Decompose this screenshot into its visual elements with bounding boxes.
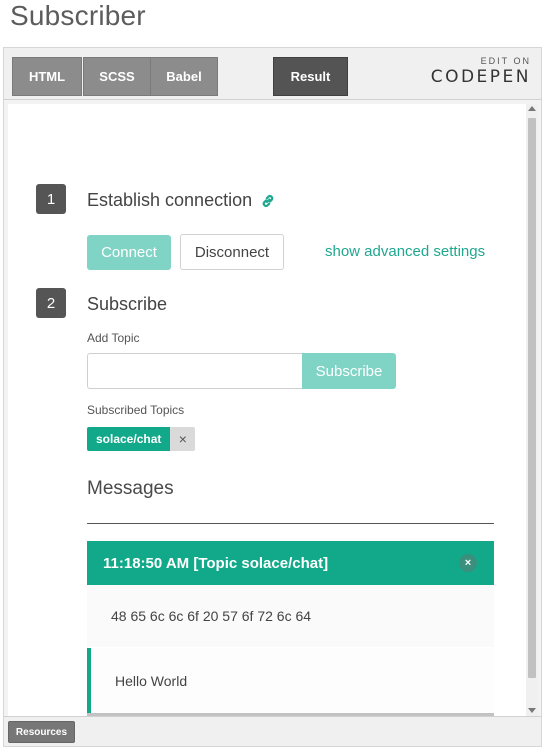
step-2-badge: 2 bbox=[36, 288, 66, 318]
codepen-footer: Resources bbox=[4, 716, 541, 746]
messages-divider bbox=[87, 523, 494, 524]
subscribed-topics-label: Subscribed Topics bbox=[87, 403, 185, 417]
disconnect-button[interactable]: Disconnect bbox=[180, 234, 284, 270]
show-advanced-settings-link[interactable]: show advanced settings bbox=[325, 243, 485, 260]
resources-button[interactable]: Resources bbox=[8, 721, 75, 743]
add-topic-label: Add Topic bbox=[87, 331, 140, 345]
topic-tag: solace/chat × bbox=[87, 427, 196, 451]
tab-html[interactable]: HTML bbox=[12, 57, 82, 96]
messages-title: Messages bbox=[87, 478, 174, 499]
edit-on-label: EDIT ON bbox=[480, 56, 531, 66]
message-header-text: 11:18:50 AM [Topic solace/chat] bbox=[103, 554, 329, 572]
tab-babel[interactable]: Babel bbox=[150, 57, 218, 96]
tab-result[interactable]: Result bbox=[273, 57, 348, 96]
message-header: 11:18:50 AM [Topic solace/chat] × bbox=[87, 541, 494, 585]
result-pane: 1 Establish connection Connect Disconnec… bbox=[8, 104, 526, 716]
step-1-title: Establish connection bbox=[87, 190, 253, 210]
step-2-title: Subscribe bbox=[87, 294, 168, 314]
connect-button[interactable]: Connect bbox=[87, 235, 171, 270]
codepen-logo: CODEPEN bbox=[430, 67, 531, 87]
tab-scss[interactable]: SCSS bbox=[83, 57, 151, 96]
message-hex-payload: 48 65 6c 6c 6f 20 57 6f 72 6c 64 bbox=[87, 585, 494, 647]
topic-tag-name: solace/chat bbox=[87, 427, 171, 451]
step-1-badge: 1 bbox=[36, 184, 66, 214]
topic-input[interactable] bbox=[87, 353, 303, 389]
message-text-payload: Hello World bbox=[87, 648, 494, 713]
edit-on-codepen-link[interactable]: EDIT ON CODEPEN bbox=[431, 56, 531, 87]
scroll-up-icon[interactable] bbox=[528, 106, 536, 111]
subscribe-button[interactable]: Subscribe bbox=[302, 353, 396, 389]
scroll-down-icon[interactable] bbox=[528, 708, 536, 713]
close-message-icon[interactable]: × bbox=[459, 554, 477, 572]
editor-tab-bar: HTML SCSS Babel Result EDIT ON CODEPEN bbox=[4, 48, 541, 100]
scrollbar-thumb[interactable] bbox=[528, 118, 536, 678]
result-scrollbar[interactable] bbox=[526, 104, 538, 716]
link-icon[interactable] bbox=[260, 193, 276, 209]
remove-topic-icon[interactable]: × bbox=[170, 427, 196, 451]
page-title: Subscriber bbox=[10, 0, 146, 31]
codepen-embed: HTML SCSS Babel Result EDIT ON CODEPEN 1… bbox=[3, 47, 542, 747]
